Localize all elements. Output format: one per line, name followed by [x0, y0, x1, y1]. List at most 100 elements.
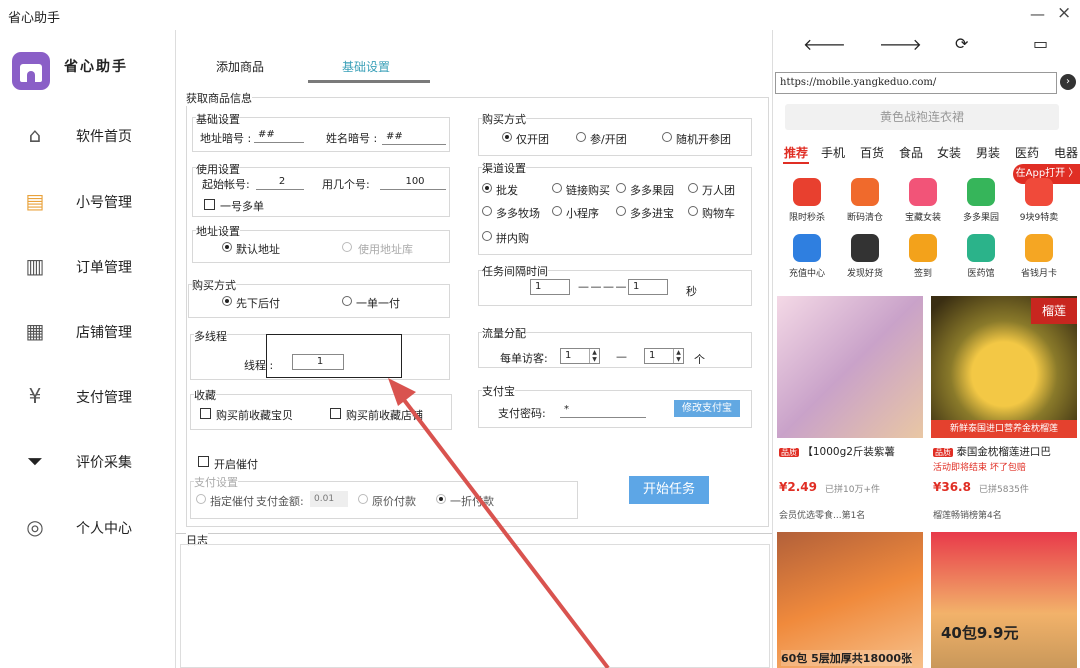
first-then-pay-radio[interactable]: [222, 296, 232, 306]
shortcut-item[interactable]: 9块9特卖: [1011, 178, 1067, 238]
address-bar-input[interactable]: https://mobile.yangkeduo.com/: [775, 72, 1057, 94]
multi-order-checkbox[interactable]: [204, 199, 215, 210]
sidebar-item-profile[interactable]: ◎ 个人中心: [0, 502, 176, 552]
channel-radio-group10k[interactable]: [688, 183, 698, 193]
category-tab[interactable]: 推荐: [784, 144, 808, 161]
name-code-input[interactable]: ##: [382, 129, 446, 145]
category-tab[interactable]: 男装: [976, 144, 1000, 161]
visitors-unit: 个: [694, 353, 705, 366]
channel-label: 多多牧场: [496, 207, 540, 220]
favorite-store-checkbox[interactable]: [330, 408, 341, 419]
category-tab[interactable]: 手机: [821, 144, 845, 161]
shortcut-item[interactable]: 断码清仓: [837, 178, 893, 238]
shortcut-item[interactable]: 发现好货: [837, 234, 893, 294]
close-button[interactable]: ×: [1057, 3, 1071, 23]
sidebar: 省心助手 ⌂ 软件首页 ▤ 小号管理 ▥ 订单管理 ▦ 店铺管理 ¥ 支付管理 …: [0, 30, 176, 668]
shortcut-glyph-icon: [793, 234, 821, 262]
channel-radio-link[interactable]: [552, 183, 562, 193]
store-icon: ▦: [25, 319, 45, 343]
channel-radio-wholesale[interactable]: [482, 183, 492, 193]
sidebar-item-label: 个人中心: [76, 521, 132, 537]
search-input[interactable]: 黄色战袍连衣裙: [785, 104, 1059, 130]
interval-separator: — — — —: [578, 280, 626, 293]
visitors-from-stepper[interactable]: 1 ▲ ▼: [560, 348, 600, 364]
sidebar-item-stores[interactable]: ▦ 店铺管理: [0, 306, 176, 356]
address-code-input[interactable]: ##: [254, 127, 304, 143]
sidebar-item-home[interactable]: ⌂ 软件首页: [0, 110, 176, 160]
shortcut-item[interactable]: 限时秒杀: [779, 178, 835, 238]
tab-basic-settings[interactable]: 基础设置: [342, 58, 390, 75]
pay-amount-input[interactable]: 0.01: [310, 491, 348, 507]
channel-radio-ranch[interactable]: [482, 206, 492, 216]
one-by-one-radio[interactable]: [342, 296, 352, 306]
sidebar-item-label: 小号管理: [76, 195, 132, 211]
sidebar-item-payments[interactable]: ¥ 支付管理: [0, 371, 176, 421]
shortcut-label: 省钱月卡: [1020, 269, 1057, 279]
address-settings-title: 地址设置: [196, 223, 240, 239]
fetch-info-title: 获取商品信息: [186, 90, 252, 106]
product-shop: 榴莲畅销榜第4名: [933, 511, 1002, 521]
enable-urge-checkbox[interactable]: [198, 456, 209, 467]
channel-radio-orchard[interactable]: [616, 183, 626, 193]
channel-radio-cart[interactable]: [688, 206, 698, 216]
product-caption: 60包 5层加厚共18000张: [781, 650, 913, 666]
edit-alipay-button[interactable]: 修改支付宝: [674, 400, 740, 417]
account-count-input[interactable]: 100: [380, 174, 446, 190]
category-tab[interactable]: 食品: [899, 144, 923, 161]
go-arrow-icon[interactable]: ›: [1060, 74, 1076, 90]
product-title: 品质 【1000g2斤装紫薯: [779, 446, 895, 458]
category-tab[interactable]: 女装: [937, 144, 961, 161]
start-task-button[interactable]: 开始任务: [629, 476, 709, 504]
channel-label: 链接购买: [566, 184, 610, 197]
sidebar-item-accounts[interactable]: ▤ 小号管理: [0, 176, 176, 226]
thread-count-input[interactable]: 1: [292, 354, 344, 370]
interval-to-input[interactable]: 1: [628, 279, 668, 295]
product-card[interactable]: 品质 【1000g2斤装紫薯 ¥2.49 已拼10万+件 会员优选零食...第1…: [777, 296, 923, 526]
default-address-radio[interactable]: [222, 242, 232, 252]
refresh-icon[interactable]: ⟳: [955, 34, 968, 53]
random-group-radio[interactable]: [662, 132, 672, 142]
original-price-radio[interactable]: [358, 494, 368, 504]
payment-icon: ¥: [28, 384, 42, 408]
channel-radio-miniapp[interactable]: [552, 206, 562, 216]
start-account-input[interactable]: 2: [256, 174, 304, 190]
category-tab[interactable]: 百货: [860, 144, 884, 161]
annotation-arrow-icon: [388, 378, 610, 668]
sidebar-item-orders[interactable]: ▥ 订单管理: [0, 241, 176, 291]
shortcut-glyph-icon: [909, 234, 937, 262]
forward-arrow-icon[interactable]: 🡒: [879, 34, 922, 54]
sidebar-item-label: 支付管理: [76, 390, 132, 406]
channel-radio-jinbao[interactable]: [616, 206, 626, 216]
sidebar-item-reviews[interactable]: ⏷ 评价采集: [0, 436, 176, 486]
product-card[interactable]: 60包 5层加厚共18000张: [777, 532, 923, 668]
minimize-button[interactable]: —: [1030, 5, 1045, 23]
product-card[interactable]: 40包9.9元: [931, 532, 1077, 668]
favorite-item-checkbox[interactable]: [200, 408, 211, 419]
product-image: [777, 532, 923, 668]
join-group-radio[interactable]: [576, 132, 586, 142]
favorite-title: 收藏: [194, 387, 216, 403]
shortcut-item[interactable]: 医药馆: [953, 234, 1009, 294]
channel-label: 多多果园: [630, 184, 674, 197]
shortcut-label: 限时秒杀: [788, 213, 825, 223]
tab-add-product[interactable]: 添加商品: [216, 58, 264, 75]
visitors-to-stepper[interactable]: 1 ▲ ▼: [644, 348, 684, 364]
address-library-radio[interactable]: [342, 242, 352, 252]
purchase-type-title: 购买方式: [482, 111, 526, 127]
category-tab[interactable]: 电器: [1054, 144, 1078, 161]
shortcut-item[interactable]: 充值中心: [779, 234, 835, 294]
category-tab[interactable]: 医药: [1015, 144, 1039, 161]
window-icon[interactable]: ▭: [1033, 34, 1048, 53]
product-card[interactable]: 榴莲 新鲜泰国进口营养金枕榴莲 品质 泰国金枕榴莲进口巴 活动即将结束 坏了包赔…: [931, 296, 1077, 526]
shortcut-item[interactable]: 多多果园: [953, 178, 1009, 238]
channel-radio-inner[interactable]: [482, 231, 492, 241]
back-arrow-icon[interactable]: 🡐: [803, 34, 846, 54]
interval-from-input[interactable]: 1: [530, 279, 570, 295]
shortcut-item[interactable]: 签到: [895, 234, 951, 294]
browser-panel: 🡐 🡒 ⟳ ▭ https://mobile.yangkeduo.com/ › …: [772, 30, 1080, 668]
fixed-urge-radio[interactable]: [196, 494, 206, 504]
traffic-title: 流量分配: [482, 325, 526, 341]
shortcut-item[interactable]: 宝藏女装: [895, 178, 951, 238]
shortcut-item[interactable]: 省钱月卡: [1011, 234, 1067, 294]
only-group-radio[interactable]: [502, 132, 512, 142]
